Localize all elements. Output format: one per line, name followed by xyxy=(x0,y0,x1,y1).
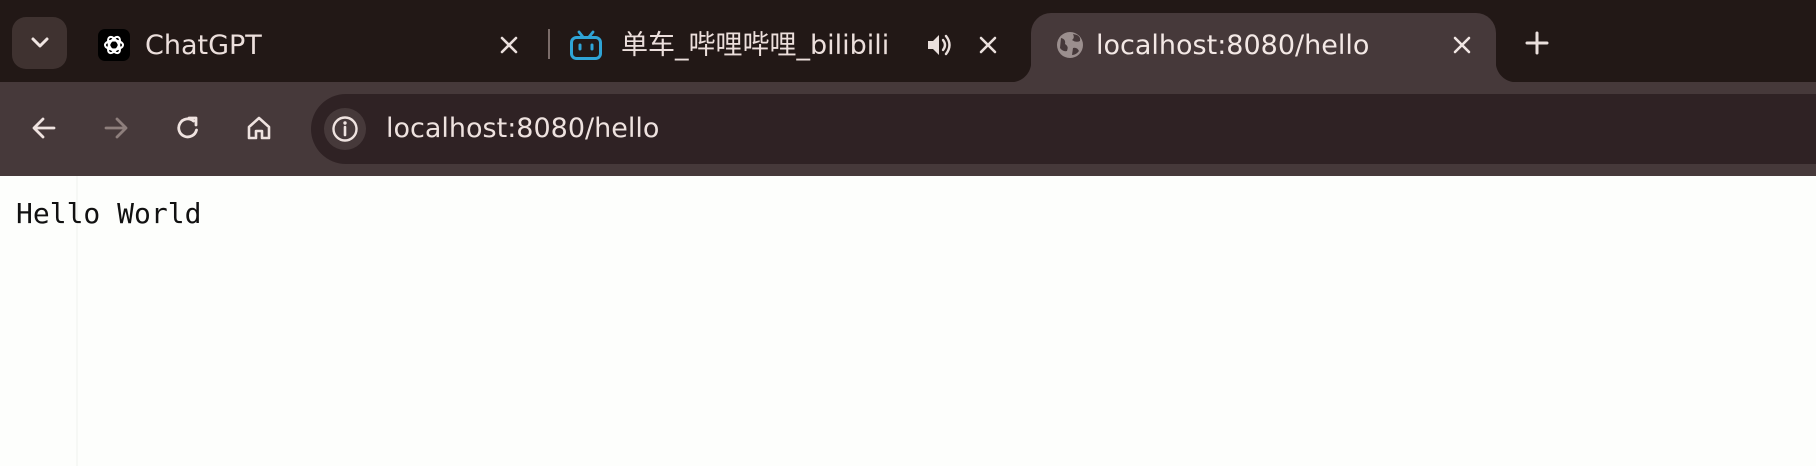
browser-toolbar: localhost:8080/hello xyxy=(0,82,1816,176)
tab-divider xyxy=(548,29,550,59)
chevron-down-icon xyxy=(31,37,48,48)
plus-icon xyxy=(1525,31,1549,55)
address-bar[interactable]: localhost:8080/hello xyxy=(311,94,1816,164)
globe-icon xyxy=(1053,28,1087,62)
speaker-icon[interactable] xyxy=(924,30,954,60)
tab-search-button[interactable] xyxy=(12,17,67,69)
home-icon xyxy=(247,116,271,140)
forward-arrow-icon xyxy=(104,117,128,139)
tab-strip: ChatGPT 单车_哔哩哔哩_bilibili localhost:8080/… xyxy=(0,0,1816,82)
tab-chatgpt[interactable]: ChatGPT xyxy=(75,13,545,82)
site-info-button[interactable] xyxy=(324,108,366,150)
info-icon xyxy=(332,116,358,142)
chatgpt-logo-icon xyxy=(97,28,131,62)
close-tab-icon[interactable] xyxy=(1448,31,1476,59)
page-content: Hello World xyxy=(0,176,1816,466)
reload-button[interactable] xyxy=(165,105,211,151)
tab-title: 单车_哔哩哔哩_bilibili xyxy=(621,30,890,61)
url-text[interactable]: localhost:8080/hello xyxy=(386,110,659,148)
tab-localhost-active[interactable]: localhost:8080/hello xyxy=(1011,13,1516,82)
tab-title: ChatGPT xyxy=(145,30,262,61)
hello-world-text: Hello World xyxy=(16,197,202,230)
tab-bilibili[interactable]: 单车_哔哩哔哩_bilibili xyxy=(553,13,1023,82)
reload-icon xyxy=(177,116,198,139)
close-tab-icon[interactable] xyxy=(495,31,523,59)
bilibili-logo-icon xyxy=(569,28,603,62)
back-button[interactable] xyxy=(21,105,67,151)
new-tab-button[interactable] xyxy=(1519,25,1555,61)
home-button[interactable] xyxy=(236,105,282,151)
close-tab-icon[interactable] xyxy=(974,31,1002,59)
tab-title: localhost:8080/hello xyxy=(1096,30,1370,61)
forward-button[interactable] xyxy=(93,105,139,151)
back-arrow-icon xyxy=(32,117,56,139)
